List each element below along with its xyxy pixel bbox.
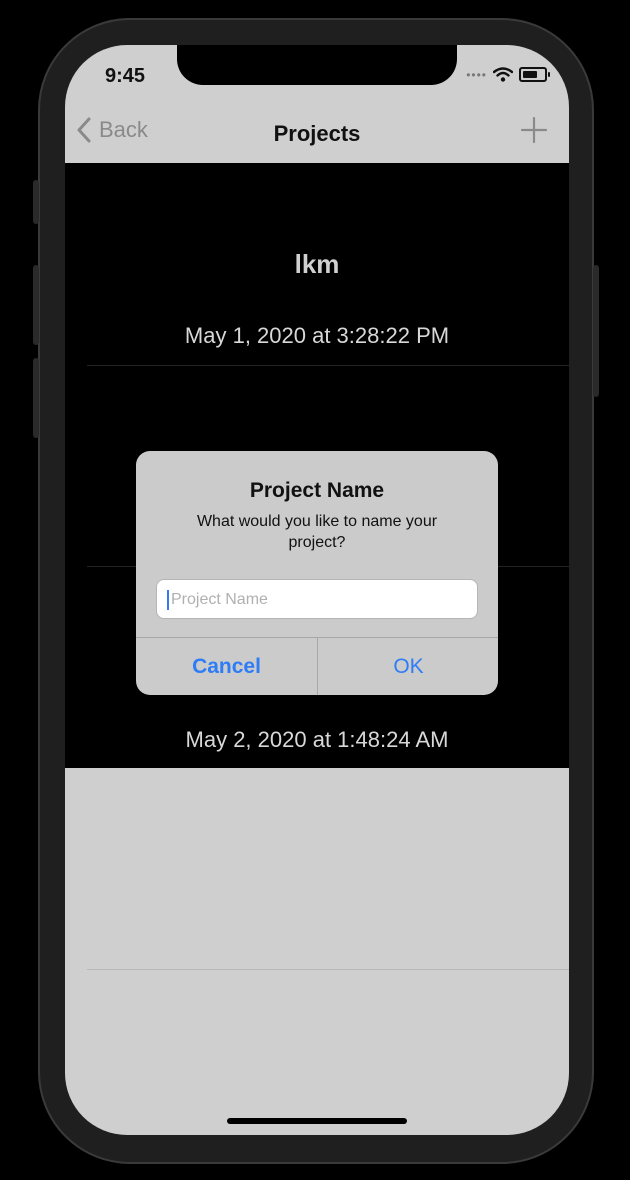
project-name-alert: Project Name What would you like to name…: [136, 451, 498, 695]
project-name[interactable]: lkm: [65, 249, 569, 280]
mute-switch: [33, 180, 39, 224]
plus-icon: [520, 116, 548, 144]
ok-button[interactable]: OK: [318, 638, 498, 695]
wifi-icon: [493, 67, 513, 82]
battery-icon: [519, 67, 550, 82]
cancel-button[interactable]: Cancel: [136, 638, 317, 695]
cellular-signal-icon: ••••: [466, 67, 487, 82]
project-date: May 1, 2020 at 3:28:22 PM: [184, 323, 450, 348]
home-indicator[interactable]: [227, 1118, 407, 1124]
page-title: Projects: [273, 121, 361, 146]
screen: 9:45 •••• Back Projects lkm May 1, 2020 …: [65, 45, 569, 1135]
add-project-button[interactable]: [520, 116, 548, 148]
project-name-input[interactable]: [169, 580, 473, 620]
project-name-field-container: [156, 579, 478, 620]
project-date: May 2, 2020 at 1:48:24 AM: [185, 727, 449, 752]
row-separator: [87, 365, 569, 366]
power-button: [593, 265, 599, 397]
alert-title: Project Name: [249, 479, 385, 502]
navigation-bar: Back Projects: [65, 103, 569, 163]
notch: [177, 45, 457, 85]
row-separator: [87, 969, 569, 970]
status-indicators: ••••: [466, 67, 550, 82]
volume-down-button: [33, 358, 39, 438]
alert-message: What would you like to name your project…: [196, 513, 438, 551]
status-time: 9:45: [105, 65, 146, 87]
volume-up-button: [33, 265, 39, 345]
